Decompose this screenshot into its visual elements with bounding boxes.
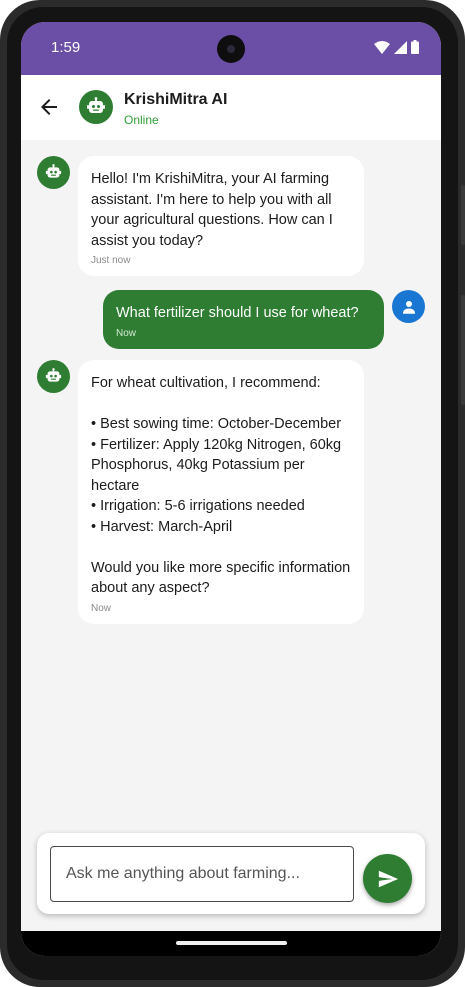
navigation-bar: [21, 931, 441, 956]
composer: [37, 833, 425, 914]
wifi-icon: [374, 40, 390, 54]
message-bubble-bot: Hello! I'm KrishiMitra, your AI farming …: [78, 156, 364, 276]
message-time: Now: [91, 602, 112, 614]
robot-icon: [45, 368, 62, 382]
message-text: What fertilizer should I use for wheat?: [116, 305, 359, 321]
assistant-avatar: [79, 90, 113, 124]
bot-avatar: [37, 156, 70, 189]
arrow-back-icon: [41, 99, 57, 115]
signal-icon: [394, 40, 407, 54]
phone-screen: 1:59 KrishiMitra AI Online Hello! I'm Kr…: [21, 22, 441, 956]
robot-icon: [87, 97, 105, 113]
chat-title: KrishiMitra AI: [124, 91, 228, 108]
back-button[interactable]: [37, 95, 61, 119]
message-bubble-bot: For wheat cultivation, I recommend: • Be…: [78, 360, 364, 624]
front-camera: [217, 35, 245, 63]
status-bar: 1:59: [21, 22, 441, 75]
online-status: Online: [124, 113, 159, 127]
send-icon: [378, 870, 398, 887]
home-gesture-handle[interactable]: [176, 941, 287, 945]
battery-icon: [411, 40, 419, 54]
device-frame: 1:59 KrishiMitra AI Online Hello! I'm Kr…: [0, 0, 465, 987]
status-icons: [374, 40, 419, 54]
send-button[interactable]: [363, 854, 412, 903]
power-button: [461, 185, 465, 245]
person-icon: [402, 300, 415, 314]
user-avatar: [392, 290, 425, 323]
bot-avatar: [37, 360, 70, 393]
app-bar: KrishiMitra AI Online: [21, 75, 441, 140]
message-time: Now: [116, 327, 137, 339]
volume-button: [461, 295, 465, 405]
message-input[interactable]: [50, 846, 354, 902]
message-bubble-user: What fertilizer should I use for wheat? …: [103, 290, 384, 349]
message-text: For wheat cultivation, I recommend: • Be…: [91, 375, 351, 596]
robot-icon: [45, 164, 62, 178]
message-text: Hello! I'm KrishiMitra, your AI farming …: [91, 171, 333, 249]
status-time: 1:59: [51, 39, 81, 56]
message-time: Just now: [91, 255, 131, 266]
